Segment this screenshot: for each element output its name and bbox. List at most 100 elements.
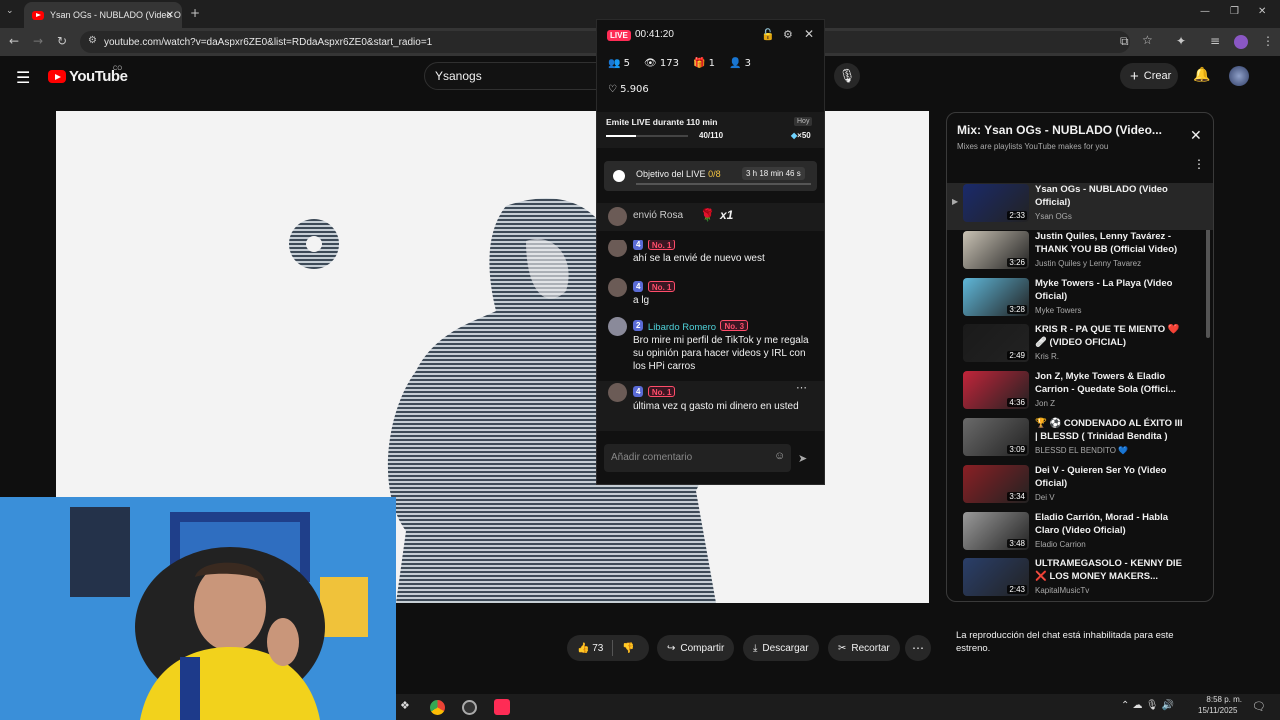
- emoji-icon[interactable]: ☺: [774, 450, 785, 462]
- playlist-item[interactable]: 3:48 Eladio Carrión, Morad - Habla Claro …: [947, 511, 1213, 558]
- chrome-taskbar-icon[interactable]: [430, 700, 445, 715]
- like-button[interactable]: 👍 73: [577, 643, 603, 654]
- reload-icon[interactable]: ↻: [57, 34, 67, 48]
- video-channel[interactable]: KapitalMusicTv: [1035, 586, 1089, 595]
- level-badge: 4: [633, 386, 644, 398]
- hamburger-menu-icon[interactable]: ☰: [16, 68, 30, 87]
- more-options-icon[interactable]: ⋯: [796, 381, 807, 394]
- video-title[interactable]: Eladio Carrión, Morad - Habla Claro (Vid…: [1035, 511, 1185, 537]
- playlist-item[interactable]: 2:43 ULTRAMEGASOLO - KENNY DIE ❌ LOS MONE…: [947, 557, 1213, 601]
- video-thumbnail[interactable]: 2:49: [963, 324, 1029, 363]
- tab-search-icon[interactable]: ⌄: [6, 6, 14, 16]
- playlist-item[interactable]: 3:34 Dei V - Quieren Ser Yo (Video Oficia…: [947, 464, 1213, 511]
- account-avatar[interactable]: [1229, 66, 1249, 86]
- media-control-icon[interactable]: ≡: [1210, 34, 1220, 48]
- close-tab-icon[interactable]: ✕: [166, 10, 174, 21]
- video-thumbnail[interactable]: 3:48: [963, 511, 1029, 550]
- chat-avatar: [608, 317, 627, 336]
- mission-day: Hoy: [794, 117, 813, 126]
- playlist-item[interactable]: 3:09 🏆 ⚽ CONDENADO AL ÉXITO III | BLESSD …: [947, 417, 1213, 464]
- create-button[interactable]: + Crear: [1120, 63, 1178, 89]
- video-channel[interactable]: Ysan OGs: [1035, 212, 1072, 221]
- close-playlist-icon[interactable]: ✕: [1190, 127, 1202, 144]
- browser-tab[interactable]: Ysan OGs - NUBLADO (Video O ✕: [24, 2, 182, 28]
- video-title[interactable]: ULTRAMEGASOLO - KENNY DIE ❌ LOS MONEY MA…: [1035, 557, 1185, 583]
- streamer-camera-image: [0, 497, 396, 720]
- clock-time[interactable]: 8:58 p. m.: [1204, 695, 1242, 704]
- video-thumbnail[interactable]: 4:36: [963, 371, 1029, 410]
- live-goal-box[interactable]: Objetivo del LIVE 0/8 3 h 18 min 46 s: [604, 161, 817, 191]
- region-code: CO: [113, 66, 122, 72]
- thumbs-down-icon[interactable]: 👎: [622, 643, 634, 654]
- obs-taskbar-icon[interactable]: [462, 700, 477, 715]
- playlist-menu-icon[interactable]: ⋮: [1193, 157, 1205, 171]
- video-thumbnail[interactable]: 2:43: [963, 558, 1029, 597]
- video-thumbnail[interactable]: 3:28: [963, 277, 1029, 316]
- back-icon[interactable]: ←: [9, 34, 19, 48]
- video-title[interactable]: Ysan OGs - NUBLADO (Video Official): [1035, 183, 1185, 209]
- video-duration: 3:28: [1007, 304, 1027, 314]
- share-button[interactable]: ↪ Compartir: [657, 635, 735, 661]
- goal-label: Objetivo del LIVE 0/8: [636, 169, 721, 179]
- settings-icon[interactable]: ⚙: [783, 28, 793, 41]
- system-tray-icons[interactable]: ⌃ ☁ 🎙 🔊: [1121, 700, 1174, 711]
- app-icon[interactable]: ❖: [400, 699, 410, 712]
- bookmark-star-icon[interactable]: ☆: [1142, 33, 1153, 47]
- download-button[interactable]: ⤓ Descargar: [743, 635, 819, 661]
- tiktok-taskbar-icon[interactable]: [494, 699, 510, 715]
- chat-badges: 4 No. 1: [633, 278, 676, 296]
- minimize-icon[interactable]: —: [1200, 6, 1210, 17]
- extensions-icon[interactable]: ✦: [1176, 34, 1186, 48]
- video-title[interactable]: Dei V - Quieren Ser Yo (Video Oficial): [1035, 464, 1185, 490]
- video-channel[interactable]: Jon Z: [1035, 399, 1055, 408]
- forward-icon[interactable]: →: [33, 34, 43, 48]
- playlist-item[interactable]: 4:36 Jon Z, Myke Towers & Eladio Carrion …: [947, 370, 1213, 417]
- playlist-item[interactable]: ▶ 2:33 Ysan OGs - NUBLADO (Video Official)…: [947, 183, 1213, 230]
- video-channel[interactable]: Justin Quiles y Lenny Tavarez: [1035, 259, 1141, 268]
- lock-icon[interactable]: 🔓: [761, 28, 775, 41]
- video-thumbnail[interactable]: 3:26: [963, 230, 1029, 269]
- clock-date[interactable]: 15/11/2025: [1198, 706, 1237, 715]
- playlist-title[interactable]: Mix: Ysan OGs - NUBLADO (Video...: [957, 123, 1167, 137]
- video-thumbnail[interactable]: 2:33: [963, 184, 1029, 222]
- chat-list[interactable]: 4 No. 1 ahí se la envié de nuevo west 4 …: [597, 240, 824, 436]
- video-channel[interactable]: Kris R.: [1035, 352, 1059, 361]
- video-thumbnail[interactable]: 3:09: [963, 418, 1029, 456]
- chrome-menu-icon[interactable]: ⋮: [1262, 34, 1274, 48]
- tiktok-live-panel: LIVE 00:41:20 🔓 ⚙ ✕ 👥 5 👁 173 🎁 1 👤 3 ♡ …: [596, 19, 825, 485]
- video-duration: 2:33: [1007, 211, 1027, 220]
- close-panel-icon[interactable]: ✕: [804, 27, 814, 41]
- voice-search-icon[interactable]: 🎙: [834, 63, 860, 89]
- member-icon: 👤: [729, 58, 742, 69]
- site-info-icon[interactable]: ⚙: [88, 35, 97, 46]
- video-title[interactable]: KRIS R - PA QUE TE MIENTO ❤️🩹 (VIDEO OFI…: [1035, 323, 1185, 349]
- clip-button[interactable]: ✂ Recortar: [828, 635, 900, 661]
- video-channel[interactable]: Myke Towers: [1035, 306, 1082, 315]
- thumbs-up-icon: 👍: [577, 642, 590, 654]
- close-window-icon[interactable]: ✕: [1258, 6, 1266, 17]
- youtube-logo-icon[interactable]: [48, 70, 66, 83]
- profile-avatar[interactable]: [1234, 35, 1248, 49]
- install-app-icon[interactable]: ⧉: [1120, 34, 1129, 49]
- playlist-item[interactable]: 3:26 Justin Quiles, Lenny Tavárez - THANK…: [947, 230, 1213, 277]
- video-channel[interactable]: BLESSD EL BENDITO 💙: [1035, 446, 1128, 455]
- video-thumbnail[interactable]: 3:34: [963, 464, 1029, 503]
- video-channel[interactable]: Eladio Carrion: [1035, 540, 1086, 549]
- rank-badge: No. 1: [647, 281, 676, 293]
- video-title[interactable]: Myke Towers - La Playa (Video Oficial): [1035, 277, 1185, 303]
- new-tab-icon[interactable]: +: [190, 6, 200, 20]
- more-actions-icon[interactable]: ⋯: [905, 635, 931, 661]
- playlist-item[interactable]: 2:49 KRIS R - PA QUE TE MIENTO ❤️🩹 (VIDEO…: [947, 323, 1213, 370]
- send-icon[interactable]: ➤: [798, 452, 807, 465]
- notification-center-icon[interactable]: 🗨: [1252, 700, 1266, 713]
- comment-input[interactable]: Añadir comentario ☺: [604, 444, 791, 472]
- maximize-icon[interactable]: ❐: [1230, 6, 1239, 17]
- chat-username[interactable]: Libardo Romero: [648, 322, 716, 333]
- video-channel[interactable]: Dei V: [1035, 493, 1055, 502]
- create-label: Crear: [1143, 70, 1172, 82]
- video-title[interactable]: Jon Z, Myke Towers & Eladio Carrion - Qu…: [1035, 370, 1185, 396]
- video-title[interactable]: 🏆 ⚽ CONDENADO AL ÉXITO III | BLESSD ( Tr…: [1035, 417, 1185, 443]
- notifications-bell-icon[interactable]: 🔔: [1193, 67, 1210, 83]
- playlist-item[interactable]: 3:28 Myke Towers - La Playa (Video Oficia…: [947, 277, 1213, 324]
- video-title[interactable]: Justin Quiles, Lenny Tavárez - THANK YOU…: [1035, 230, 1185, 256]
